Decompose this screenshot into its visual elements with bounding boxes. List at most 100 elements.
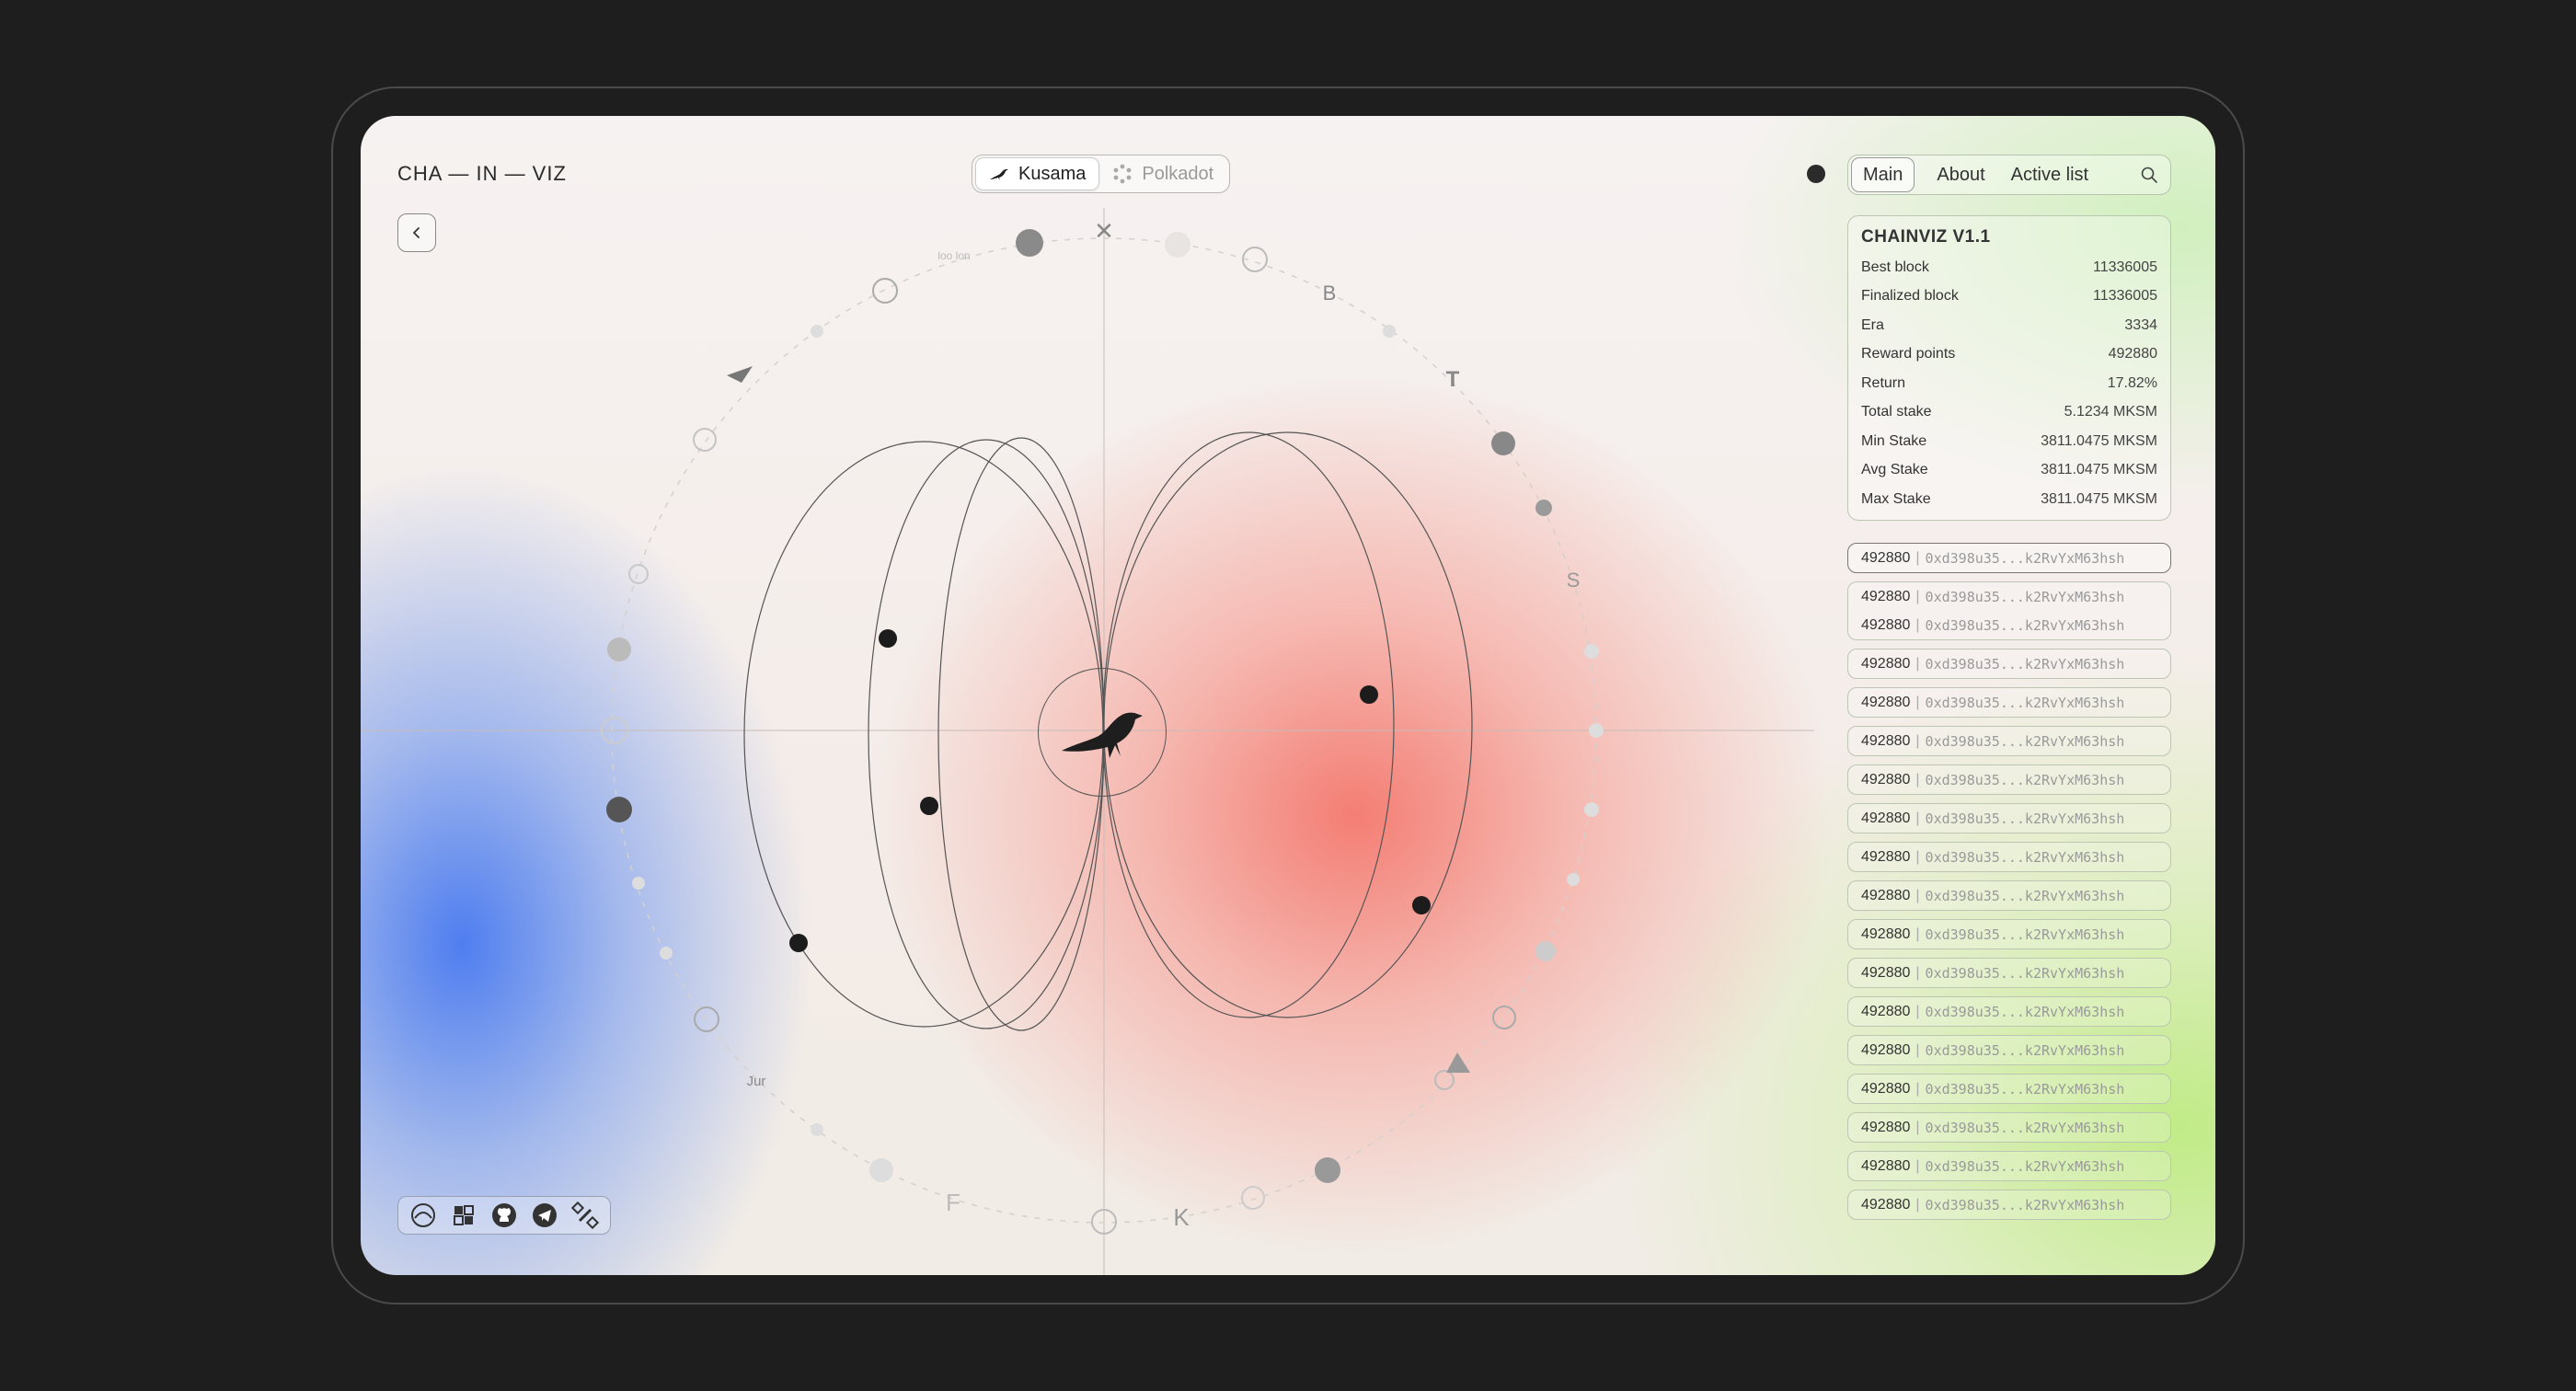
polkassembly-icon xyxy=(454,1205,474,1225)
validator-dot[interactable] xyxy=(789,934,808,952)
validator-points: 492880 xyxy=(1861,694,1911,710)
validator-line: 492880 | 0xd398u35...k2RvYxM63hsh xyxy=(1848,920,2170,948)
validator-line: 492880 | 0xd398u35...k2RvYxM63hsh xyxy=(1848,582,2170,611)
stat-row: Max Stake 3811.0475 MKSM xyxy=(1861,485,2157,514)
validator-row[interactable]: 492880 | 0xd398u35...k2RvYxM63hsh xyxy=(1847,842,2171,872)
stack-icon[interactable] xyxy=(1535,941,1556,961)
separator: | xyxy=(1915,655,1920,672)
validator-line: 492880 | 0xd398u35...k2RvYxM63hsh xyxy=(1848,1036,2170,1064)
arrow-icon[interactable] xyxy=(727,366,753,383)
cube-icon[interactable] xyxy=(1315,1157,1340,1183)
node-icon[interactable] xyxy=(1383,325,1396,338)
validator-line: 492880 | 0xd398u35...k2RvYxM63hsh xyxy=(1848,843,2170,871)
separator: | xyxy=(1915,1119,1920,1135)
search-button[interactable] xyxy=(2140,166,2158,184)
stat-value: 11336005 xyxy=(2093,288,2157,305)
separator: | xyxy=(1915,848,1920,865)
sphere-icon[interactable] xyxy=(1165,232,1190,258)
validator-row[interactable]: 492880 | 0xd398u35...k2RvYxM63hsh xyxy=(1847,726,2171,756)
node-icon[interactable] xyxy=(1584,644,1599,659)
validator-dot[interactable] xyxy=(1360,685,1378,704)
separator: | xyxy=(1915,810,1920,826)
validator-row[interactable]: 492880 | 0xd398u35...k2RvYxM63hsh xyxy=(1847,996,2171,1027)
moon-icon[interactable] xyxy=(1016,229,1043,257)
delta-icon[interactable] xyxy=(1492,1006,1516,1029)
validator-row[interactable]: 492880 | 0xd398u35...k2RvYxM63hsh xyxy=(1847,1190,2171,1220)
validator-line: 492880 | 0xd398u35...k2RvYxM63hsh xyxy=(1848,727,2170,755)
three-icon[interactable] xyxy=(606,797,632,822)
stat-row: Return 17.82% xyxy=(1861,369,2157,398)
validator-row[interactable]: 492880 | 0xd398u35...k2RvYxM63hsh xyxy=(1847,1112,2171,1143)
tab-active-list[interactable]: Active list xyxy=(2000,158,2099,191)
node-icon[interactable] xyxy=(811,325,823,338)
ioo-icon[interactable]: loo lon xyxy=(937,249,970,262)
validator-address: 0xd398u35...k2RvYxM63hsh xyxy=(1925,616,2125,634)
validator-points: 492880 xyxy=(1861,588,1911,604)
validator-line: 492880 | 0xd398u35...k2RvYxM63hsh xyxy=(1848,881,2170,910)
diamond-icon[interactable] xyxy=(628,564,649,584)
telegram-link[interactable] xyxy=(529,1200,560,1231)
mask-icon[interactable] xyxy=(694,1006,719,1032)
node-icon[interactable] xyxy=(660,947,673,960)
validator-line: 492880 | 0xd398u35...k2RvYxM63hsh xyxy=(1848,997,2170,1026)
tab-main[interactable]: Main xyxy=(1851,157,1915,192)
symbol-icon[interactable] xyxy=(693,428,717,452)
validator-address: 0xd398u35...k2RvYxM63hsh xyxy=(1925,848,2125,866)
stat-row: Reward points 492880 xyxy=(1861,340,2157,370)
validator-dot[interactable] xyxy=(920,797,938,815)
node-icon[interactable] xyxy=(1567,873,1580,886)
separator: | xyxy=(1915,694,1920,710)
element-link[interactable] xyxy=(408,1200,439,1231)
tab-about[interactable]: About xyxy=(1926,158,1995,191)
validator-row[interactable]: 492880 | 0xd398u35...k2RvYxM63hsh 492880 | 0x… xyxy=(1847,581,2171,640)
validator-row[interactable]: 492880 | 0xd398u35...k2RvYxM63hsh xyxy=(1847,687,2171,718)
polkassembly-link[interactable] xyxy=(448,1200,479,1231)
validator-row[interactable]: 492880 | 0xd398u35...k2RvYxM63hsh xyxy=(1847,543,2171,573)
validator-address: 0xd398u35...k2RvYxM63hsh xyxy=(1925,1196,2125,1213)
validator-row[interactable]: 492880 | 0xd398u35...k2RvYxM63hsh xyxy=(1847,958,2171,988)
validator-list[interactable]: 492880 | 0xd398u35...k2RvYxM63hsh 492880 | 0x… xyxy=(1847,543,2171,1275)
validator-row[interactable]: 492880 | 0xd398u35...k2RvYxM63hsh xyxy=(1847,1074,2171,1104)
stat-label: Total stake xyxy=(1861,404,1932,420)
node-icon[interactable] xyxy=(1589,723,1604,738)
stats-panel: CHAINVIZ V1.1 Best block 11336005 Finalize… xyxy=(1847,215,2171,521)
f-icon[interactable]: F xyxy=(946,1189,960,1216)
b-icon[interactable]: B xyxy=(1323,282,1337,305)
github-link[interactable] xyxy=(489,1200,520,1231)
validator-points: 492880 xyxy=(1861,732,1911,749)
validator-row[interactable]: 492880 | 0xd398u35...k2RvYxM63hsh xyxy=(1847,764,2171,795)
globe-icon[interactable] xyxy=(1491,431,1515,455)
validator-line: 492880 | 0xd398u35...k2RvYxM63hsh xyxy=(1848,765,2170,794)
jur-icon[interactable]: Jur xyxy=(747,1074,766,1089)
separator: | xyxy=(1915,588,1920,604)
satellite-link[interactable] xyxy=(569,1200,601,1231)
element-icon xyxy=(411,1203,435,1227)
validator-row[interactable]: 492880 | 0xd398u35...k2RvYxM63hsh xyxy=(1847,919,2171,949)
validator-points: 492880 xyxy=(1861,810,1911,826)
stat-value: 11336005 xyxy=(2093,259,2157,275)
hash-icon[interactable] xyxy=(1241,1186,1265,1210)
k-icon[interactable]: K xyxy=(1173,1203,1190,1231)
validator-row[interactable]: 492880 | 0xd398u35...k2RvYxM63hsh xyxy=(1847,649,2171,679)
validator-row[interactable]: 492880 | 0xd398u35...k2RvYxM63hsh xyxy=(1847,803,2171,833)
separator: | xyxy=(1915,964,1920,981)
validator-points: 492880 xyxy=(1861,964,1911,981)
validator-dot[interactable] xyxy=(1412,896,1431,914)
node-icon[interactable] xyxy=(632,877,645,890)
validator-line: 492880 | 0xd398u35...k2RvYxM63hsh xyxy=(1848,1075,2170,1103)
separator: | xyxy=(1915,1157,1920,1174)
validator-row[interactable]: 492880 | 0xd398u35...k2RvYxM63hsh xyxy=(1847,1035,2171,1065)
validator-row[interactable]: 492880 | 0xd398u35...k2RvYxM63hsh xyxy=(1847,880,2171,911)
checker-icon[interactable] xyxy=(607,638,631,661)
validator-points: 492880 xyxy=(1861,1080,1911,1097)
validator-row[interactable]: 492880 | 0xd398u35...k2RvYxM63hsh xyxy=(1847,1151,2171,1181)
x-icon[interactable]: ✕ xyxy=(1094,217,1114,245)
node-icon[interactable] xyxy=(811,1123,823,1136)
validator-dot[interactable] xyxy=(879,629,897,648)
leaf-icon[interactable] xyxy=(869,1158,893,1182)
node-icon[interactable] xyxy=(1584,802,1599,817)
s-icon[interactable]: S xyxy=(1567,569,1581,592)
t-icon[interactable]: T xyxy=(1446,367,1460,392)
flask-icon[interactable] xyxy=(1535,500,1552,516)
spiral-icon[interactable] xyxy=(872,278,898,304)
